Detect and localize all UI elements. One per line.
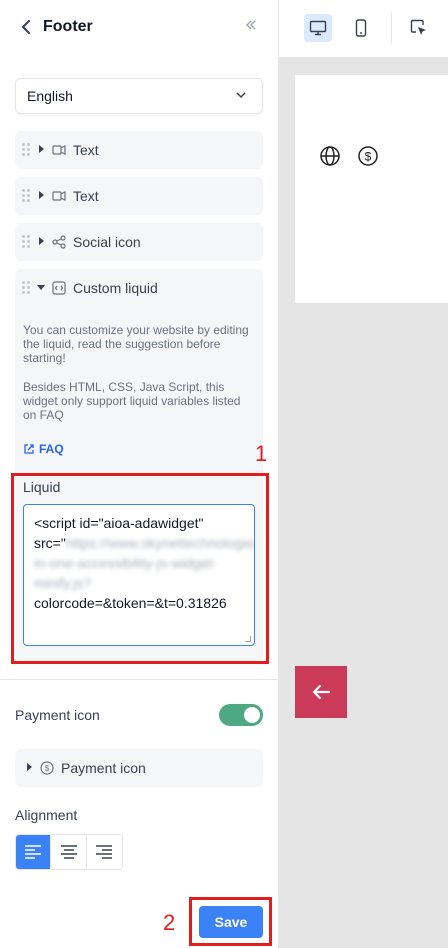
block-custom-liquid[interactable]: Custom liquid xyxy=(15,269,263,307)
expand-caret-icon[interactable] xyxy=(39,145,44,153)
block-label: Text xyxy=(73,188,99,204)
globe-icon[interactable] xyxy=(319,145,341,167)
toggle-knob xyxy=(244,707,260,723)
annotation-number-2: 2 xyxy=(163,910,176,935)
toolbar-separator xyxy=(391,12,392,44)
annotation-box-2 xyxy=(189,897,272,946)
alignment-label: Alignment xyxy=(15,807,78,823)
sidebar-header: Footer xyxy=(0,0,279,56)
align-left-icon xyxy=(25,845,42,859)
drag-handle-icon[interactable] xyxy=(22,281,30,295)
svg-text:$: $ xyxy=(365,150,372,164)
block-label: Custom liquid xyxy=(73,280,158,296)
block-label: Payment icon xyxy=(61,760,146,776)
back-icon[interactable] xyxy=(17,17,35,37)
annotation-number-1: 1 xyxy=(255,441,268,466)
block-text-2[interactable]: Text xyxy=(15,177,263,215)
device-toolbar xyxy=(279,0,448,58)
expand-caret-icon[interactable] xyxy=(39,237,44,245)
annotation-box-1 xyxy=(11,473,269,664)
block-payment-icon[interactable]: $ Payment icon xyxy=(15,749,263,787)
sidebar-title: Footer xyxy=(43,18,93,35)
site-preview: $ xyxy=(279,58,448,948)
collapse-sidebar-icon[interactable] xyxy=(245,18,257,36)
arrow-left-icon xyxy=(312,684,331,700)
alignment-button-group xyxy=(15,834,123,870)
cursor-select-icon xyxy=(410,19,426,35)
select-element-button[interactable] xyxy=(405,14,433,42)
external-link-icon xyxy=(24,444,34,454)
payment-icon-toggle[interactable] xyxy=(219,704,263,726)
liquid-description-1: You can customize your website by editin… xyxy=(23,323,249,365)
desktop-icon xyxy=(309,20,327,36)
align-center-button[interactable] xyxy=(51,835,87,869)
footer-preview: $ xyxy=(295,75,448,303)
collapse-caret-icon[interactable] xyxy=(37,285,45,290)
editor-root: Footer English Text Text Social icon Cus… xyxy=(0,0,448,948)
currency-icon[interactable]: $ xyxy=(357,145,379,167)
desktop-view-button[interactable] xyxy=(304,14,332,42)
align-left-button[interactable] xyxy=(16,835,52,869)
section-divider xyxy=(0,679,279,680)
dollar-circle-icon: $ xyxy=(40,761,54,775)
mobile-view-button[interactable] xyxy=(347,14,375,42)
svg-text:$: $ xyxy=(45,764,50,773)
text-icon xyxy=(52,145,66,155)
block-social-icon[interactable]: Social icon xyxy=(15,223,263,261)
share-icon xyxy=(52,235,66,249)
drag-handle-icon[interactable] xyxy=(22,189,30,203)
block-label: Social icon xyxy=(73,234,141,250)
text-icon xyxy=(52,191,66,201)
mobile-icon xyxy=(355,19,367,37)
custom-liquid-panel: You can customize your website by editin… xyxy=(15,306,263,466)
faq-link-label: FAQ xyxy=(39,442,64,456)
faq-link[interactable]: FAQ xyxy=(23,442,64,456)
block-label: Text xyxy=(73,142,99,158)
drag-handle-icon[interactable] xyxy=(22,143,30,157)
drag-handle-icon[interactable] xyxy=(22,235,30,249)
block-text-1[interactable]: Text xyxy=(15,131,263,169)
back-arrow-button[interactable] xyxy=(295,666,347,718)
payment-icon-label: Payment icon xyxy=(15,707,100,723)
language-select[interactable]: English xyxy=(15,78,263,114)
liquid-description-2: Besides HTML, CSS, Java Script, this wid… xyxy=(23,380,241,422)
align-right-button[interactable] xyxy=(86,835,122,869)
code-icon xyxy=(52,281,66,295)
align-center-icon xyxy=(60,845,77,859)
settings-sidebar: Footer English Text Text Social icon Cus… xyxy=(0,0,279,948)
expand-caret-icon[interactable] xyxy=(39,191,44,199)
language-selected-value: English xyxy=(27,88,73,104)
expand-caret-icon[interactable] xyxy=(27,763,32,771)
chevron-down-icon xyxy=(236,92,246,99)
align-right-icon xyxy=(96,845,113,859)
